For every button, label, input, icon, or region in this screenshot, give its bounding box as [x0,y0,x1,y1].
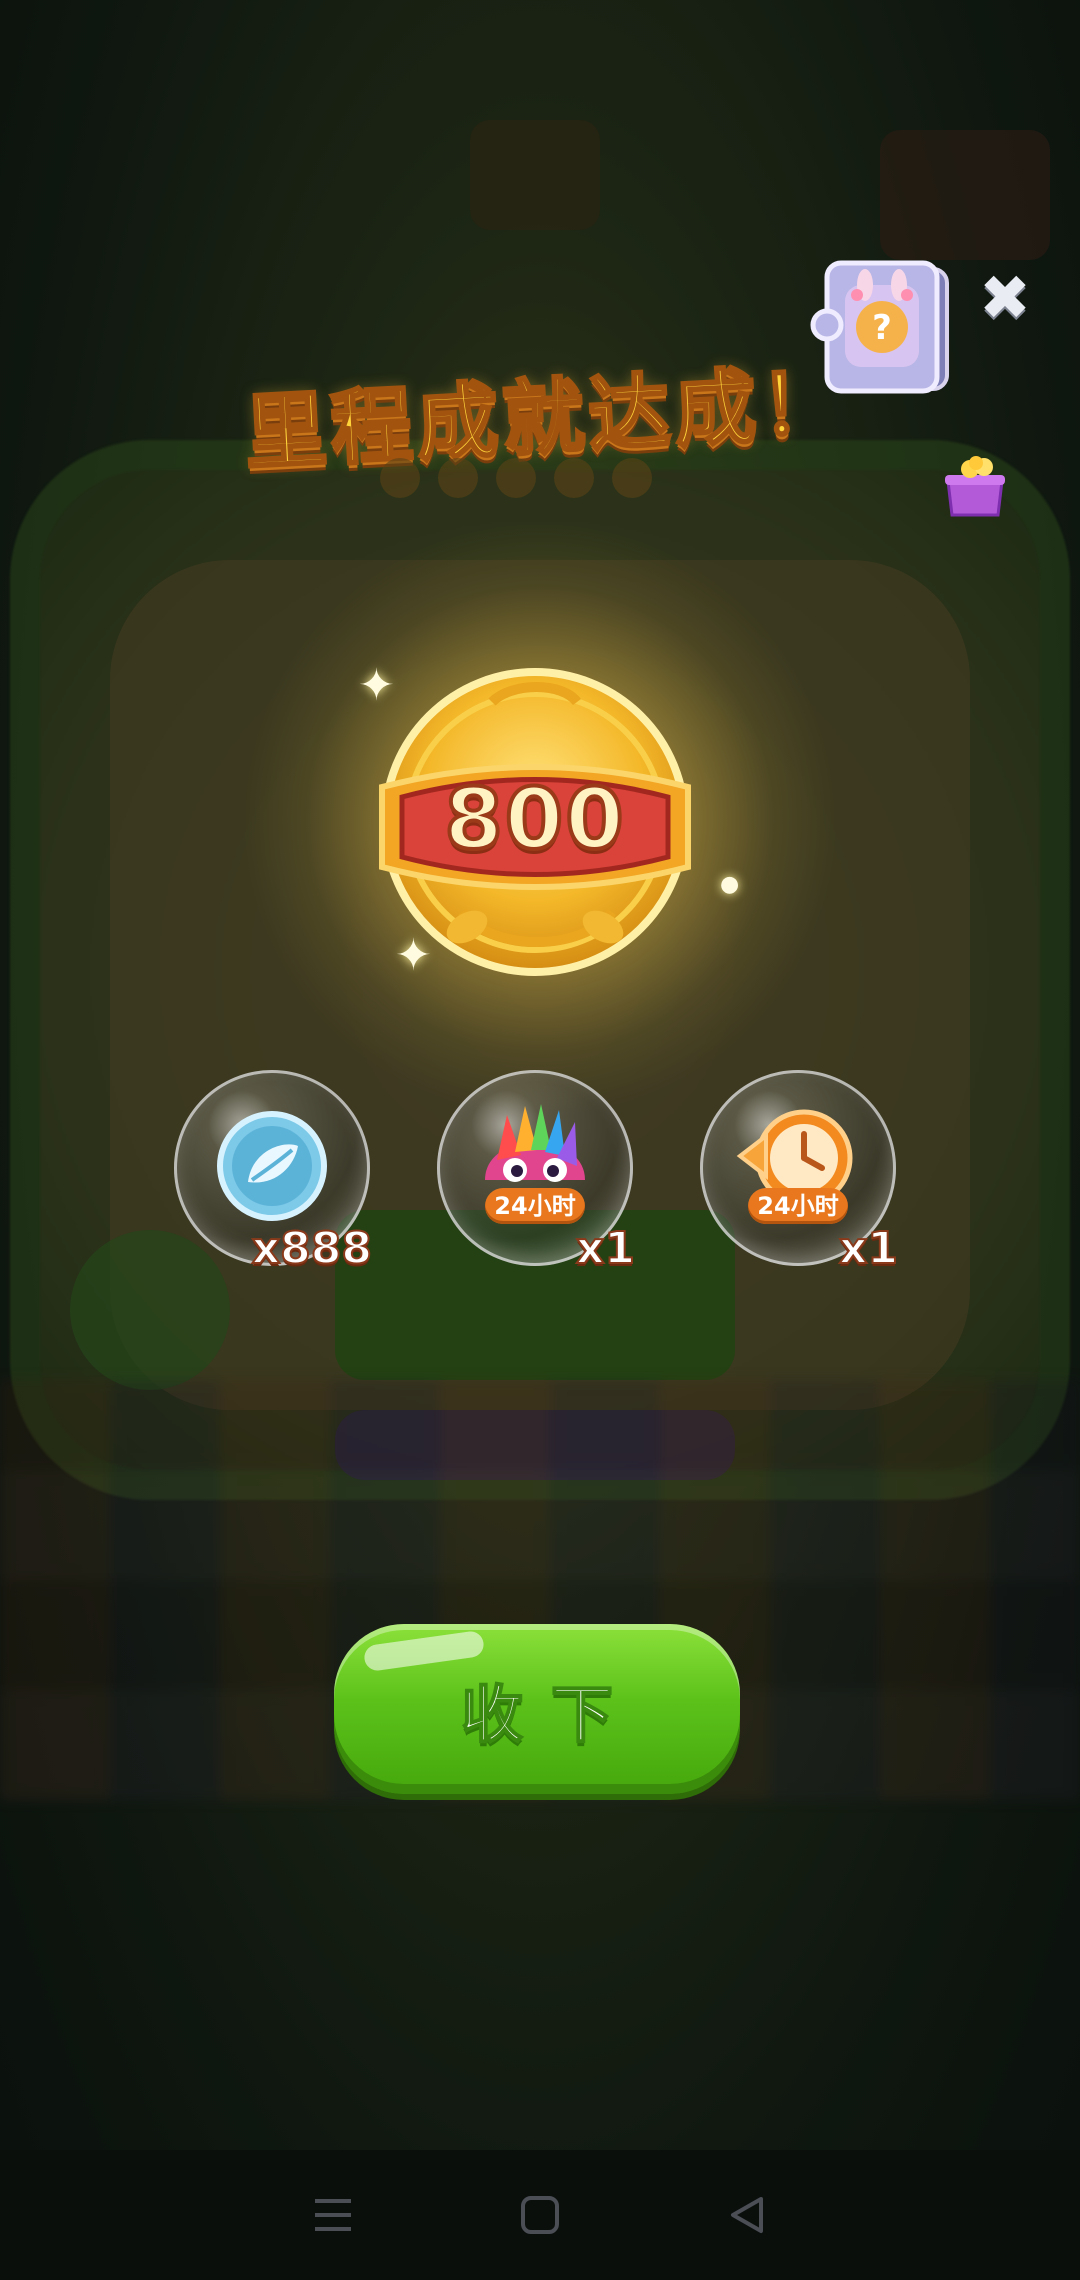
back-icon[interactable] [722,2190,772,2240]
reward-item-clock: 24小时 x1 [700,1070,899,1275]
blurred-panel [880,130,1050,260]
gift-box-icon[interactable] [940,455,1010,520]
close-button[interactable]: ✖ [975,261,1035,334]
puzzle-card-icon[interactable]: ? [805,255,965,405]
reward-quantity: x888 [251,1222,373,1275]
sparkle-icon: ● [720,872,740,897]
reward-quantity: x1 [838,1222,899,1275]
collect-button[interactable]: 收下 [334,1624,740,1794]
svg-text:?: ? [872,308,892,348]
reward-item-rainbow-mask: 24小时 x1 [437,1070,636,1275]
blurred-counter [470,120,600,230]
milestone-value: 800 [442,768,626,870]
reward-quantity: x1 [575,1222,636,1275]
reward-duration-badge: 24小时 [748,1188,848,1224]
close-icon: ✖ [979,261,1031,334]
blurred-stars [380,458,652,498]
reward-item-coin: x888 [174,1070,373,1275]
system-navigation-bar [0,2150,1080,2280]
menu-icon[interactable] [308,2190,358,2240]
collect-button-label: 收下 [460,1677,641,1752]
home-icon[interactable] [515,2190,565,2240]
reward-duration-badge: 24小时 [485,1188,585,1224]
